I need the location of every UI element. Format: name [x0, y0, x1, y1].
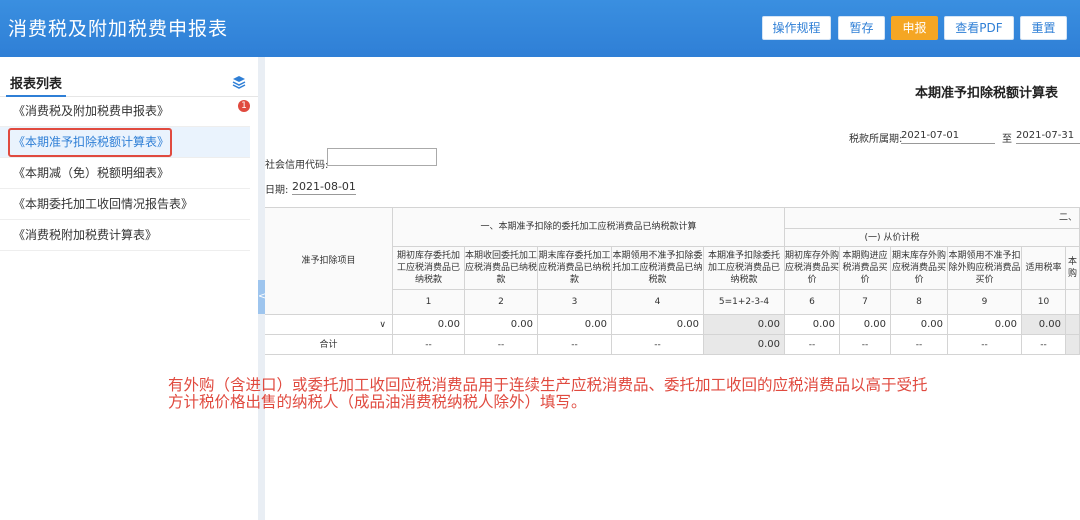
col-header-1: 期初库存委托加工应税消费品已纳税款 [393, 247, 465, 290]
form-title: 本期准予扣除税额计算表 [914, 86, 1058, 101]
col-header-7: 本期购进应税消费品买价 [840, 247, 891, 290]
col-header-11: 本购 [1066, 247, 1080, 290]
col-header-4: 本期领用不准予扣除委托加工应税消费品已纳税款 [612, 247, 704, 290]
main-content: 本期准予扣除税额计算表 税款所属期: 2021-07-01 至 2021-07-… [265, 57, 1080, 520]
col-header-3: 期末库存委托加工应税消费品已纳税款 [538, 247, 612, 290]
col-num-7: 7 [840, 290, 891, 315]
group2-header: 二、 [785, 207, 1080, 229]
col-header-8: 期末库存外购应税消费品买价 [891, 247, 948, 290]
total-col3: -- [538, 335, 612, 355]
sidebar-item-reduction-detail[interactable]: 《本期减（免）税额明细表》 [0, 158, 250, 189]
period-label: 税款所属期: [849, 134, 903, 145]
col-num-4: 4 [612, 290, 704, 315]
date-field[interactable]: 2021-08-01 [292, 180, 356, 195]
row1-col9-input[interactable]: 0.00 [948, 315, 1022, 335]
selection-highlight-box [8, 128, 172, 157]
row1-col1-input[interactable]: 0.00 [393, 315, 465, 335]
col-header-10: 适用税率 [1022, 247, 1066, 290]
col-num-10: 10 [1022, 290, 1066, 315]
sidebar-item-surcharge-calc[interactable]: 《消费税附加税费计算表》 [0, 220, 250, 251]
col-num-8: 8 [891, 290, 948, 315]
view-pdf-button[interactable]: 查看PDF [944, 16, 1014, 40]
col-num-1: 1 [393, 290, 465, 315]
row1-col4-input[interactable]: 0.00 [612, 315, 704, 335]
sidebar-item-processing-report[interactable]: 《本期委托加工收回情况报告表》 [0, 189, 250, 220]
row1-selector[interactable]: ∨ [265, 315, 393, 335]
row1-col11-value [1066, 315, 1080, 335]
top-bar: 消费税及附加税费申报表 操作规程 暂存 申报 查看PDF 重置 [0, 0, 1080, 57]
total-col1: -- [393, 335, 465, 355]
operation-guide-button[interactable]: 操作规程 [762, 16, 831, 40]
app-title: 消费税及附加税费申报表 [8, 18, 229, 40]
sidebar-title: 报表列表 [10, 77, 63, 92]
group1-header: 一、本期准予扣除的委托加工应税消费品已纳税款计算 [393, 207, 785, 247]
col-num-3: 3 [538, 290, 612, 315]
total-col11 [1066, 335, 1080, 355]
annotation-note: 有外购（含进口）或委托加工收回应税消费品用于连续生产应税消费品、委托加工收回的应… [168, 376, 928, 411]
col-num-11 [1066, 290, 1080, 315]
col-num-9: 9 [948, 290, 1022, 315]
total-col5: 0.00 [704, 335, 785, 355]
row1-col8-input[interactable]: 0.00 [891, 315, 948, 335]
col-header-6: 期初库存外购应税消费品买价 [785, 247, 840, 290]
col-header-5: 本期准予扣除委托加工应税消费品已纳税款 [704, 247, 785, 290]
credit-code-label: 社会信用代码: [265, 160, 329, 171]
total-label: 合计 [265, 335, 393, 355]
subgroup2-header: (一) 从价计税 [785, 229, 1080, 247]
col-num-2: 2 [465, 290, 538, 315]
row1-col2-input[interactable]: 0.00 [465, 315, 538, 335]
col-num-6: 6 [785, 290, 840, 315]
period-start-field[interactable]: 2021-07-01 [901, 130, 995, 144]
deduction-table: 准予扣除项目 一、本期准予扣除的委托加工应税消费品已纳税款计算 二、 (一) 从… [265, 207, 1080, 355]
total-col10: -- [1022, 335, 1066, 355]
total-col9: -- [948, 335, 1022, 355]
row1-col6-input[interactable]: 0.00 [785, 315, 840, 335]
total-col6: -- [785, 335, 840, 355]
sidebar-item-main-return[interactable]: 《消费税及附加税费申报表》 [0, 96, 250, 127]
total-col2: -- [465, 335, 538, 355]
reset-button[interactable]: 重置 [1020, 16, 1067, 40]
row-header: 准予扣除项目 [265, 207, 393, 315]
row1-col5-value: 0.00 [704, 315, 785, 335]
total-col7: -- [840, 335, 891, 355]
sidebar-header: 报表列表 [0, 65, 258, 97]
submit-button[interactable]: 申报 [891, 16, 938, 40]
date-label: 日期: [265, 185, 289, 196]
row1-col3-input[interactable]: 0.00 [538, 315, 612, 335]
row1-col7-input[interactable]: 0.00 [840, 315, 891, 335]
period-to-label: 至 [1002, 134, 1012, 145]
layers-icon[interactable] [232, 75, 246, 89]
col-header-9: 本期领用不准予扣除外购应税消费品买价 [948, 247, 1022, 290]
row1-col10-value: 0.00 [1022, 315, 1066, 335]
total-col4: -- [612, 335, 704, 355]
col-num-5: 5=1+2-3-4 [704, 290, 785, 315]
save-draft-button[interactable]: 暂存 [838, 16, 885, 40]
credit-code-input[interactable] [327, 148, 437, 166]
total-col8: -- [891, 335, 948, 355]
chevron-down-icon[interactable]: ∨ [379, 319, 386, 331]
period-end-field[interactable]: 2021-07-31 [1016, 130, 1080, 144]
col-header-2: 本期收回委托加工应税消费品已纳税款 [465, 247, 538, 290]
